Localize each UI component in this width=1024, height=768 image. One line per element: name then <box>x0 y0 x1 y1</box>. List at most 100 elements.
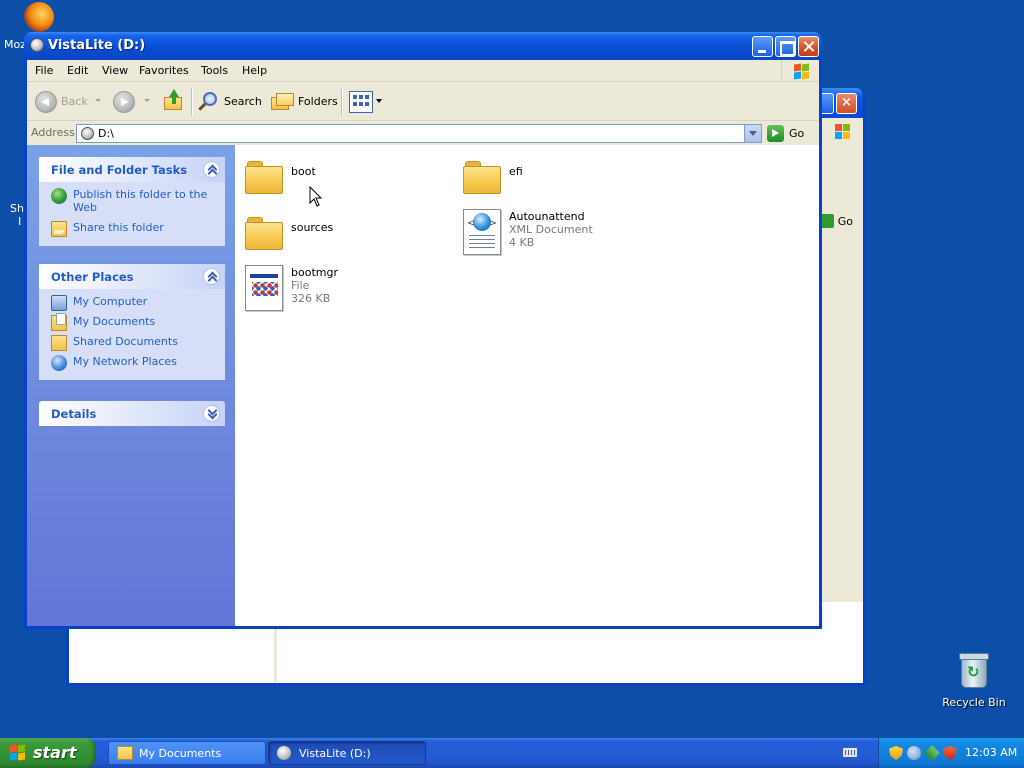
taskbar-item-vistalite[interactable]: VistaLite (D:) <box>268 741 426 765</box>
views-dropdown-caret[interactable] <box>376 99 382 103</box>
file-name: bootmgr <box>291 266 338 279</box>
explorer-window[interactable]: VistaLite (D:) File Edit View Favorites … <box>24 32 822 629</box>
maximize-button[interactable] <box>775 36 796 57</box>
network-places-icon <box>51 355 67 371</box>
file-folder-tasks-panel: File and Folder Tasks Publish this folde… <box>39 157 225 246</box>
cd-drive-icon <box>30 38 44 52</box>
my-network-places-link[interactable]: My Network Places <box>49 355 217 371</box>
window-frame: File Edit View Favorites Tools Help Back <box>27 60 819 626</box>
file-type: File <box>291 279 310 292</box>
back-button[interactable]: Back <box>61 95 88 108</box>
recycle-bin-desktop-icon[interactable]: Recycle Bin <box>938 653 1010 709</box>
folder-icon <box>117 746 133 760</box>
taskbar-item-my-documents[interactable]: My Documents <box>108 741 266 765</box>
menu-edit[interactable]: Edit <box>67 64 88 77</box>
file-item-boot[interactable]: boot <box>243 155 453 207</box>
folders-icon[interactable] <box>271 91 295 113</box>
taskbar-item-label: My Documents <box>139 747 222 760</box>
menu-favorites[interactable]: Favorites <box>139 64 189 77</box>
file-folder-tasks-header[interactable]: File and Folder Tasks <box>39 157 225 182</box>
share-folder-label: Share this folder <box>73 221 164 234</box>
my-computer-icon <box>51 295 67 311</box>
folder-icon <box>463 159 503 195</box>
system-tray: 12:03 AM <box>878 738 1024 768</box>
titlebar[interactable]: VistaLite (D:) <box>24 32 822 60</box>
network-icon[interactable] <box>907 746 921 760</box>
menu-bar: File Edit View Favorites Tools Help <box>27 60 819 82</box>
shared-documents-link[interactable]: Shared Documents <box>49 335 217 351</box>
back-arrow-icon[interactable] <box>35 91 57 113</box>
file-item-autounattend[interactable]: < > Autounattend XML Document 4 KB <box>461 207 671 259</box>
share-folder-icon <box>51 221 67 237</box>
background-close-button[interactable]: × <box>836 93 857 114</box>
my-documents-label: My Documents <box>73 315 156 328</box>
task-pane: File and Folder Tasks Publish this folde… <box>27 145 235 626</box>
go-button[interactable]: Go <box>767 124 815 143</box>
search-icon[interactable] <box>197 90 221 114</box>
other-places-panel: Other Places My Computer My Documents Sh… <box>39 264 225 380</box>
safely-remove-icon[interactable] <box>924 745 940 761</box>
windows-flag-icon <box>10 744 28 761</box>
my-documents-icon <box>51 313 67 331</box>
file-size: 4 KB <box>509 236 535 249</box>
file-name: Autounattend <box>509 210 585 223</box>
minimize-button[interactable] <box>752 36 773 57</box>
menu-tools[interactable]: Tools <box>201 64 228 77</box>
expand-chevron-icon[interactable] <box>203 405 220 422</box>
folder-icon <box>245 159 285 195</box>
file-item-efi[interactable]: efi <box>461 155 671 207</box>
forward-dropdown-caret[interactable] <box>144 99 150 102</box>
collapse-chevron-icon[interactable] <box>203 161 220 178</box>
address-input[interactable]: D:\ <box>76 124 762 143</box>
menu-help[interactable]: Help <box>242 64 267 77</box>
share-folder-link[interactable]: Share this folder <box>49 221 217 237</box>
xml-document-icon: < > <box>463 209 501 255</box>
web-publish-icon <box>51 188 67 204</box>
details-title: Details <box>51 407 97 421</box>
menu-file[interactable]: File <box>35 64 53 77</box>
start-label: start <box>33 743 77 762</box>
clock[interactable]: 12:03 AM <box>965 746 1017 759</box>
start-button[interactable]: start <box>0 738 96 768</box>
go-label: Go <box>789 127 805 140</box>
taskbar-item-label: VistaLite (D:) <box>299 747 371 760</box>
keyboard-layout-icon[interactable] <box>842 747 858 758</box>
back-dropdown-caret[interactable] <box>95 99 101 102</box>
recycle-bin-icon <box>959 653 989 688</box>
collapse-chevron-icon[interactable] <box>203 268 220 285</box>
background-go-button[interactable]: Go <box>819 214 853 228</box>
other-places-header[interactable]: Other Places <box>39 264 225 289</box>
menu-view[interactable]: View <box>102 64 128 77</box>
details-header[interactable]: Details <box>39 401 225 426</box>
security-alert-icon[interactable] <box>943 746 957 760</box>
views-icon[interactable] <box>349 91 373 113</box>
details-panel: Details <box>39 401 225 426</box>
windows-flag-icon <box>829 120 857 142</box>
address-dropdown-button[interactable] <box>744 125 761 142</box>
folders-button[interactable]: Folders <box>298 95 338 108</box>
file-item-bootmgr[interactable]: bootmgr File 326 KB <box>243 263 453 315</box>
publish-folder-label: Publish this folder to the Web <box>73 188 208 214</box>
my-computer-link[interactable]: My Computer <box>49 295 217 311</box>
recycle-bin-label: Recycle Bin <box>942 696 1006 709</box>
desktop-shortcut-label[interactable]: Sh I <box>10 202 24 228</box>
file-folder-tasks-title: File and Folder Tasks <box>51 163 188 177</box>
window-title: VistaLite (D:) <box>48 38 146 53</box>
address-bar: Address D:\ Go <box>27 122 819 144</box>
file-name: sources <box>291 221 334 234</box>
other-places-title: Other Places <box>51 270 134 284</box>
file-name: boot <box>291 165 316 178</box>
search-button[interactable]: Search <box>224 95 262 108</box>
toolbar-separator <box>341 88 342 116</box>
file-item-sources[interactable]: sources <box>243 211 453 263</box>
security-shield-icon[interactable] <box>889 746 903 760</box>
publish-folder-link[interactable]: Publish this folder to the Web <box>49 188 217 214</box>
my-documents-link[interactable]: My Documents <box>49 313 217 331</box>
file-list[interactable]: boot efi sources < > Autounattend XML Doc… <box>235 145 819 626</box>
shortcut-label-line1: Sh <box>10 202 24 215</box>
forward-arrow-icon[interactable] <box>113 91 135 113</box>
up-folder-icon[interactable] <box>162 89 184 113</box>
file-name: efi <box>509 165 523 178</box>
address-label: Address <box>31 126 75 139</box>
close-button[interactable] <box>798 36 819 57</box>
